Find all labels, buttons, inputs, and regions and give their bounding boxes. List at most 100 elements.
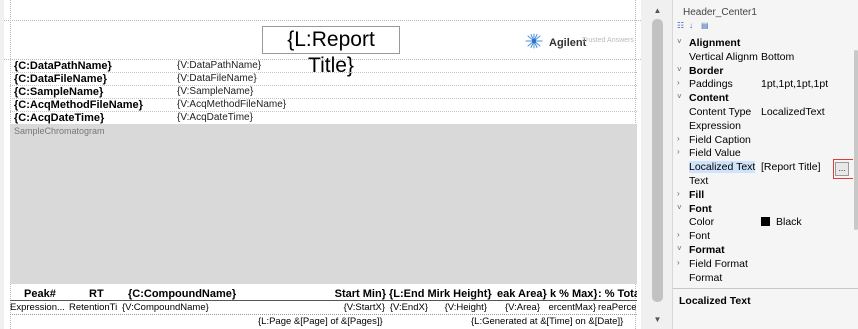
collapse-chevron-icon[interactable]: ˅ bbox=[677, 203, 685, 212]
property-value[interactable]: 1pt,1pt,1pt,1pt bbox=[761, 78, 828, 90]
property-name: Font bbox=[689, 230, 711, 243]
property-grid: ˅ Alignment Vertical Alignm Bottom ˅ Border › P… bbox=[673, 37, 858, 285]
expand-chevron-icon[interactable]: › bbox=[677, 134, 685, 143]
value-acqdatetime: {V:AcqDateTime} bbox=[177, 112, 253, 123]
alphabetical-icon[interactable]: ↓ bbox=[689, 21, 699, 30]
caption-datafilename: {C:DataFileName} bbox=[14, 73, 107, 85]
header-row-acqmethod[interactable]: {C:AcqMethodFileName} {V:AcqMethodFileNa… bbox=[10, 99, 637, 112]
value-samplename: {V:SampleName} bbox=[177, 86, 254, 97]
expand-chevron-icon[interactable]: › bbox=[677, 78, 685, 87]
property-name: Field Caption bbox=[689, 133, 751, 146]
categorized-icon[interactable]: ☷ bbox=[677, 21, 687, 30]
property-row-content-type[interactable]: Content Type LocalizedText bbox=[673, 106, 858, 120]
value-acqmethodfilename: {V:AcqMethodFileName} bbox=[177, 99, 287, 110]
cell-startx: {V:StartX} bbox=[343, 302, 385, 313]
header-row-datafile[interactable]: {C:DataFileName} {V:DataFileName} bbox=[10, 73, 637, 86]
cell-retentiontime: RetentionTi bbox=[69, 302, 118, 313]
col-header-percent-max: k % Max} bbox=[550, 288, 597, 300]
col-header-peak: Peak# bbox=[24, 288, 56, 300]
property-row-vertical-alignm[interactable]: Vertical Alignm Bottom bbox=[673, 51, 858, 65]
cell-height: {V:Height} bbox=[444, 302, 487, 313]
collapse-chevron-icon[interactable]: ˅ bbox=[677, 37, 685, 46]
property-value[interactable]: [Report Title] bbox=[761, 161, 821, 173]
header-row-datapath[interactable]: {C:DataPathName} {V:DataPathName} bbox=[10, 60, 637, 73]
property-row-color[interactable]: Color Black bbox=[673, 216, 858, 230]
property-category-content[interactable]: ˅ Content bbox=[673, 92, 858, 106]
property-name: Localized Text bbox=[689, 161, 756, 174]
agilent-tagline: Trusted Answers bbox=[582, 37, 634, 44]
property-value[interactable]: LocalizedText bbox=[761, 106, 825, 118]
margin-guide-top bbox=[4, 20, 641, 21]
property-name: Content bbox=[689, 92, 729, 105]
col-header-compound: {C:CompoundName} bbox=[128, 288, 237, 300]
col-header-end-min: {L:End Min bbox=[389, 288, 444, 300]
property-row-field-caption[interactable]: › Field Caption bbox=[673, 134, 858, 148]
peak-table-row[interactable]: Expression... RetentionTi {V:CompoundNam… bbox=[10, 302, 637, 315]
collapse-chevron-icon[interactable]: ˅ bbox=[677, 92, 685, 101]
caption-datapathname: {C:DataPathName} bbox=[14, 60, 112, 72]
property-row-field-value[interactable]: › Field Value bbox=[673, 147, 858, 161]
caption-samplename: {C:SampleName} bbox=[14, 86, 104, 98]
col-header-percent-total: : % Total} bbox=[598, 288, 637, 300]
property-row-localized-text[interactable]: Localized Text [Report Title] bbox=[673, 161, 858, 175]
property-value[interactable]: Black bbox=[761, 216, 802, 228]
property-row-font[interactable]: › Font bbox=[673, 230, 858, 244]
expand-chevron-icon[interactable]: › bbox=[677, 230, 685, 239]
agilent-spark-icon bbox=[523, 33, 545, 52]
peak-table-header[interactable]: Peak# RT {C:CompoundName} Start Min} {L:… bbox=[10, 288, 637, 301]
cell-area: {V:Area} bbox=[504, 302, 540, 313]
scroll-down-arrow-icon[interactable]: ▼ bbox=[651, 314, 664, 326]
property-row-text[interactable]: Text bbox=[673, 175, 858, 189]
property-category-alignment[interactable]: ˅ Alignment bbox=[673, 37, 858, 51]
chromatogram-label: SampleChromatogram bbox=[14, 126, 105, 136]
property-row-paddings[interactable]: › Paddings 1pt,1pt,1pt,1pt bbox=[673, 78, 858, 92]
expand-chevron-icon[interactable]: › bbox=[677, 147, 685, 156]
property-name: Paddings bbox=[689, 78, 733, 91]
properties-panel: Header_Center1 ☷ ↓ ▤ ˅ Alignment Vertical … bbox=[672, 0, 858, 329]
property-category-border[interactable]: ˅ Border bbox=[673, 65, 858, 79]
property-name: Expression bbox=[689, 119, 741, 132]
col-header-rt: RT bbox=[89, 288, 104, 300]
cell-areapercent: reaPercent} bbox=[598, 302, 636, 313]
properties-toolbar: ☷ ↓ ▤ bbox=[677, 21, 711, 30]
footer-page-number: {L:Page &[Page] of &[Pages]} bbox=[258, 316, 383, 327]
page-footer[interactable]: {L:Page &[Page] of &[Pages]} {L:Generate… bbox=[10, 316, 637, 329]
property-name: Alignment bbox=[689, 37, 741, 49]
property-name: Font bbox=[689, 202, 712, 215]
value-datafilename: {V:DataFileName} bbox=[177, 73, 257, 84]
caption-acqmethodfilename: {C:AcqMethodFileName} bbox=[14, 99, 143, 111]
header-row-samplename[interactable]: {C:SampleName} {V:SampleName} bbox=[10, 86, 637, 99]
property-name: Content Type bbox=[689, 105, 752, 118]
collapse-chevron-icon[interactable]: ˅ bbox=[677, 65, 685, 74]
report-title-field[interactable]: {L:Report Title} bbox=[262, 26, 400, 77]
property-grid-scrollbar-thumb[interactable] bbox=[854, 50, 858, 230]
cell-endx: {V:EndX} bbox=[389, 302, 428, 313]
property-category-fill[interactable]: › Fill bbox=[673, 189, 858, 203]
property-row-field-format[interactable]: › Field Format bbox=[673, 258, 858, 272]
cell-compoundname: {V:CompoundName} bbox=[122, 302, 209, 313]
property-name: Color bbox=[689, 216, 715, 229]
property-category-font[interactable]: ˅ Font bbox=[673, 203, 858, 217]
footer-generated-at: {L:Generated at &[Time] on &[Date]} bbox=[471, 316, 624, 327]
property-pages-icon[interactable]: ▤ bbox=[701, 21, 711, 30]
col-header-start-min: Start Min} bbox=[334, 288, 386, 300]
expand-chevron-icon[interactable]: › bbox=[677, 189, 685, 198]
collapse-chevron-icon[interactable]: ˅ bbox=[677, 244, 685, 253]
expand-chevron-icon[interactable]: › bbox=[677, 258, 685, 267]
sample-chromatogram-placeholder[interactable]: SampleChromatogram bbox=[10, 124, 637, 284]
property-value[interactable]: Bottom bbox=[761, 51, 794, 63]
property-category-format[interactable]: ˅ Format bbox=[673, 244, 858, 258]
color-swatch bbox=[761, 217, 770, 227]
selected-object-name: Header_Center1 bbox=[683, 7, 757, 18]
property-row-format[interactable]: Format bbox=[673, 272, 858, 285]
property-name: Border bbox=[689, 64, 724, 77]
report-designer-canvas-area: {L:Report Title} Agilent Trusted Answers… bbox=[0, 0, 643, 329]
canvas-scrollbar-thumb[interactable] bbox=[652, 19, 663, 302]
property-row-expression[interactable]: Expression bbox=[673, 120, 858, 134]
property-name: Format bbox=[689, 271, 723, 284]
cell-expression: Expression... bbox=[10, 302, 65, 313]
property-name: Vertical Alignm bbox=[689, 50, 758, 63]
col-header-height: k Height} bbox=[444, 288, 492, 300]
scroll-up-arrow-icon[interactable]: ▲ bbox=[651, 5, 664, 17]
agilent-logo: Agilent bbox=[523, 33, 586, 52]
